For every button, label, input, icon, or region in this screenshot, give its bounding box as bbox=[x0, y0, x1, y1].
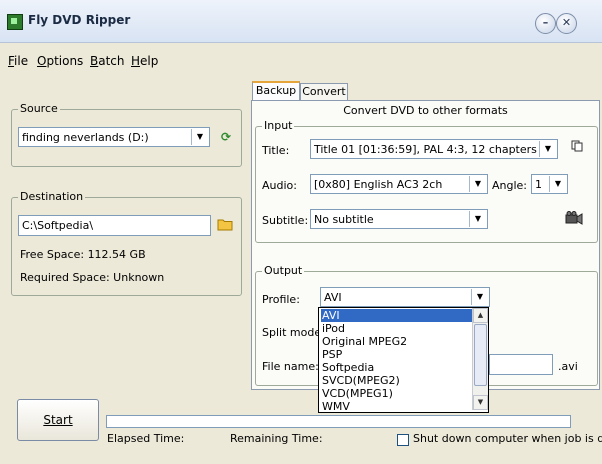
tab-convert[interactable]: Convert bbox=[300, 83, 348, 101]
start-button[interactable]: Start bbox=[17, 399, 99, 441]
start-button-label: Start bbox=[43, 413, 73, 427]
subtitle-label: Subtitle: bbox=[262, 214, 309, 227]
audio-value: [0x80] English AC3 2ch bbox=[314, 178, 443, 191]
destination-group-label: Destination bbox=[18, 190, 86, 203]
angle-select[interactable]: 1 ▼ bbox=[531, 174, 568, 194]
profile-dropdown-list[interactable]: AVI iPod Original MPEG2 PSP Softpedia SV… bbox=[318, 307, 489, 413]
title-bar[interactable]: Fly DVD Ripper – ✕ bbox=[0, 0, 602, 43]
menu-options[interactable]: Options bbox=[37, 54, 83, 68]
menu-file[interactable]: File bbox=[8, 54, 28, 68]
input-group: Input Title: Title 01 [01:36:59], PAL 4:… bbox=[255, 119, 598, 243]
subtitle-select[interactable]: No subtitle ▼ bbox=[310, 209, 488, 229]
minimize-button[interactable]: – bbox=[535, 13, 556, 34]
title-value: Title 01 [01:36:59], PAL 4:3, 12 chapter… bbox=[314, 143, 537, 156]
camera-icon[interactable] bbox=[565, 211, 583, 227]
shutdown-checkbox[interactable] bbox=[397, 434, 409, 446]
output-group-label: Output bbox=[262, 264, 305, 277]
window-title: Fly DVD Ripper bbox=[28, 13, 131, 27]
refresh-icon[interactable]: ⟳ bbox=[218, 129, 234, 145]
source-drive-select[interactable]: finding neverlands (D:) ▼ bbox=[18, 127, 210, 147]
subtitle-value: No subtitle bbox=[314, 213, 374, 226]
close-button[interactable]: ✕ bbox=[556, 13, 577, 34]
copy-icon[interactable] bbox=[569, 140, 585, 156]
file-name-label: File name: bbox=[262, 360, 319, 373]
profile-option[interactable]: VCD(MPEG1) bbox=[321, 387, 472, 400]
profile-option[interactable]: AVI bbox=[321, 309, 472, 322]
menu-bar: File Options Batch Help bbox=[0, 50, 602, 72]
tab-backup[interactable]: Backup bbox=[252, 81, 300, 101]
profile-option[interactable]: PSP bbox=[321, 348, 472, 361]
menu-help[interactable]: Help bbox=[131, 54, 158, 68]
convert-heading: Convert DVD to other formats bbox=[343, 104, 508, 117]
free-space-text: Free Space: 112.54 GB bbox=[20, 248, 146, 261]
input-group-label: Input bbox=[262, 119, 295, 132]
profile-option[interactable]: iPod bbox=[321, 322, 472, 335]
shutdown-label[interactable]: Shut down computer when job is done bbox=[413, 432, 602, 445]
source-group: Source finding neverlands (D:) ▼ ⟳ bbox=[11, 102, 242, 167]
angle-value: 1 bbox=[535, 178, 542, 191]
source-group-label: Source bbox=[18, 102, 60, 115]
file-extension: .avi bbox=[558, 360, 578, 373]
scroll-up-icon[interactable]: ▲ bbox=[473, 308, 488, 323]
required-space-text: Required Space: Unknown bbox=[20, 271, 165, 284]
file-name-input[interactable] bbox=[489, 354, 553, 375]
audio-select[interactable]: [0x80] English AC3 2ch ▼ bbox=[310, 174, 488, 194]
profile-label: Profile: bbox=[262, 293, 300, 306]
chevron-down-icon[interactable]: ▼ bbox=[549, 176, 566, 192]
profile-value: AVI bbox=[324, 291, 342, 304]
profile-option[interactable]: Softpedia bbox=[321, 361, 472, 374]
audio-label: Audio: bbox=[262, 179, 297, 192]
split-mode-label: Split mode: bbox=[262, 326, 325, 339]
destination-path-input[interactable] bbox=[18, 215, 211, 236]
scroll-down-icon[interactable]: ▼ bbox=[473, 395, 488, 410]
chevron-down-icon[interactable]: ▼ bbox=[191, 129, 208, 145]
elapsed-time-label: Elapsed Time: bbox=[107, 432, 185, 445]
scroll-thumb[interactable] bbox=[474, 324, 487, 386]
chevron-down-icon[interactable]: ▼ bbox=[469, 176, 486, 192]
chevron-down-icon[interactable]: ▼ bbox=[471, 289, 488, 305]
angle-label: Angle: bbox=[492, 179, 528, 192]
folder-icon[interactable] bbox=[217, 217, 233, 233]
profile-option[interactable]: WMV bbox=[321, 400, 472, 410]
profile-option[interactable]: Original MPEG2 bbox=[321, 335, 472, 348]
remaining-time-label: Remaining Time: bbox=[230, 432, 323, 445]
chevron-down-icon[interactable]: ▼ bbox=[469, 211, 486, 227]
title-label: Title: bbox=[262, 144, 290, 157]
profile-option[interactable]: SVCD(MPEG2) bbox=[321, 374, 472, 387]
source-drive-value: finding neverlands (D:) bbox=[22, 131, 149, 144]
app-film-icon bbox=[7, 14, 23, 30]
chevron-down-icon[interactable]: ▼ bbox=[539, 141, 556, 157]
destination-group: Destination Free Space: 112.54 GB Requir… bbox=[11, 190, 242, 296]
file-name-field[interactable] bbox=[490, 355, 552, 374]
title-select[interactable]: Title 01 [01:36:59], PAL 4:3, 12 chapter… bbox=[310, 139, 558, 159]
progress-bar bbox=[106, 415, 571, 428]
menu-batch[interactable]: Batch bbox=[90, 54, 125, 68]
dropdown-scrollbar[interactable]: ▲ ▼ bbox=[472, 308, 488, 410]
profile-select[interactable]: AVI ▼ bbox=[320, 287, 490, 307]
destination-path-field[interactable] bbox=[19, 216, 210, 235]
